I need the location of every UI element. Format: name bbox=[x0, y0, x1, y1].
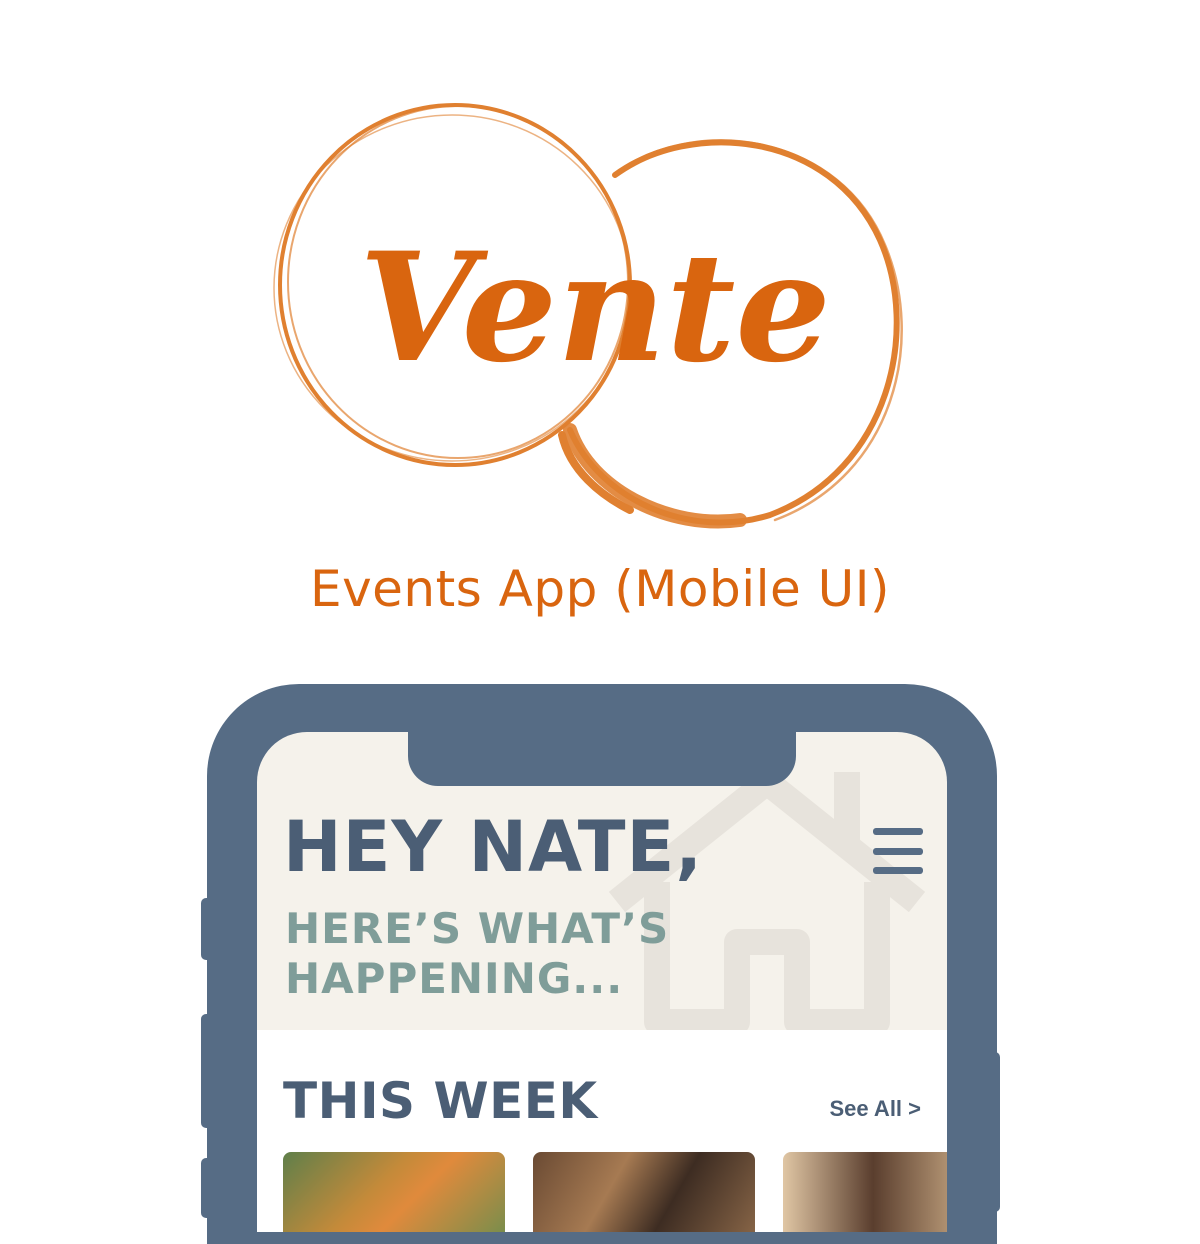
app-subtitle: Events App (Mobile UI) bbox=[309, 560, 891, 618]
logo-wordmark: Vente bbox=[359, 220, 831, 396]
phone-notch bbox=[408, 730, 796, 786]
hamburger-menu-icon[interactable] bbox=[873, 828, 923, 874]
this-week-section: THIS WEEK See All > bbox=[257, 1030, 947, 1232]
event-card-guitar[interactable] bbox=[533, 1152, 755, 1232]
event-card-market[interactable] bbox=[283, 1152, 505, 1232]
logo-rings: Vente bbox=[273, 103, 903, 529]
section-title: THIS WEEK bbox=[283, 1072, 598, 1130]
phone-screen: HEY NATE, HERE’S WHAT’S HAPPENING... THI… bbox=[257, 732, 947, 1232]
event-card-portrait[interactable] bbox=[783, 1152, 947, 1232]
menu-bar bbox=[873, 847, 923, 855]
menu-bar bbox=[873, 867, 923, 874]
greeting-subheading: HERE’S WHAT’S HAPPENING... bbox=[285, 904, 670, 1004]
vente-logo: Vente bbox=[270, 90, 920, 540]
menu-bar bbox=[873, 828, 923, 835]
greeting-heading: HEY NATE, bbox=[283, 806, 703, 888]
see-all-link[interactable]: See All > bbox=[829, 1096, 921, 1122]
